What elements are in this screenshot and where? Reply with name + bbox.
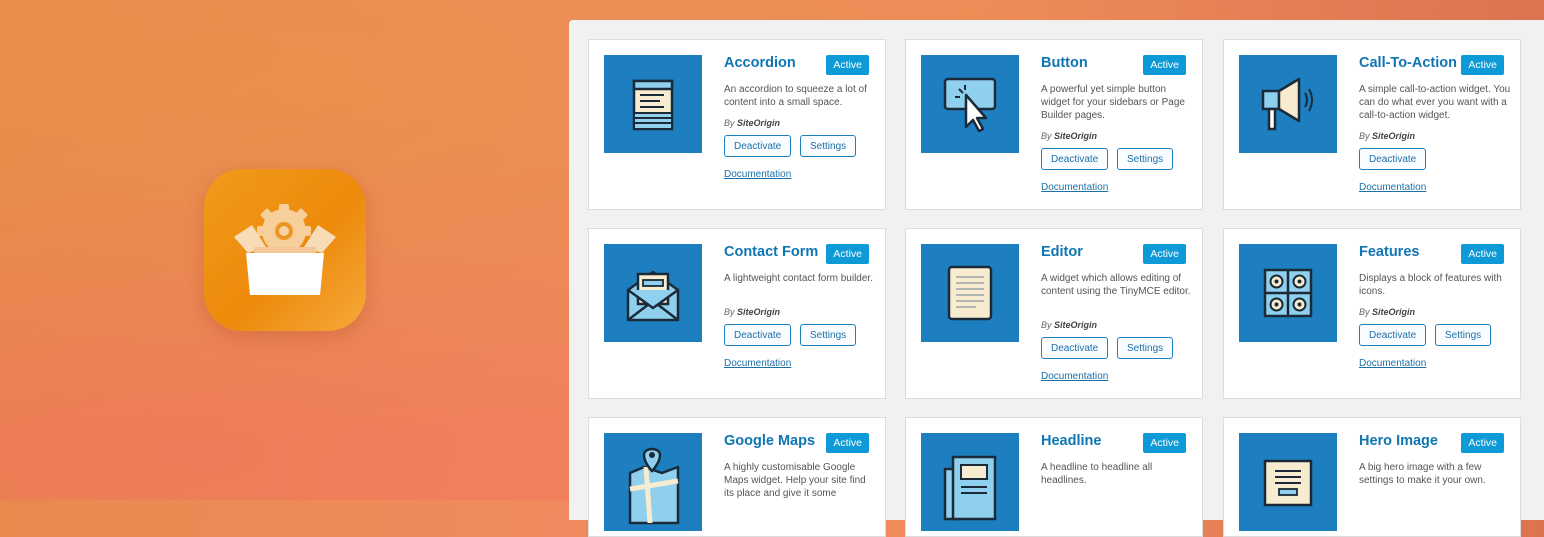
status-badge: Active bbox=[1461, 433, 1504, 453]
widgets-panel: Accordion Active An accordion to squeeze… bbox=[569, 20, 1544, 537]
widget-description: A headline to headline all headlines. bbox=[1041, 462, 1153, 486]
widget-title: Contact Form bbox=[724, 244, 819, 260]
widget-description: A big hero image with a few settings to … bbox=[1359, 462, 1486, 486]
deactivate-button[interactable]: Deactivate bbox=[724, 135, 792, 157]
widget-author: By SiteOrigin bbox=[1041, 320, 1098, 330]
deactivate-button[interactable]: Deactivate bbox=[1359, 148, 1427, 170]
status-badge: Active bbox=[826, 433, 869, 453]
features-grid-icon bbox=[1239, 244, 1337, 342]
map-pin-icon bbox=[604, 433, 702, 531]
settings-button[interactable]: Settings bbox=[800, 135, 857, 157]
status-badge: Active bbox=[1461, 244, 1504, 264]
documentation-link[interactable]: Documentation bbox=[1041, 182, 1108, 193]
deactivate-button[interactable]: Deactivate bbox=[1041, 337, 1109, 359]
envelope-icon bbox=[604, 244, 702, 342]
widget-title: Hero Image bbox=[1359, 433, 1438, 449]
widget-author: By SiteOrigin bbox=[1359, 131, 1416, 141]
plugin-box-gear-icon bbox=[204, 169, 366, 331]
widget-card-button: Button Active A powerful yet simple butt… bbox=[905, 39, 1203, 210]
widget-author: By SiteOrigin bbox=[1359, 307, 1416, 317]
widget-author: By SiteOrigin bbox=[724, 118, 781, 128]
documentation-link[interactable]: Documentation bbox=[1359, 182, 1426, 193]
documentation-link[interactable]: Documentation bbox=[1041, 371, 1108, 382]
widget-title: Google Maps bbox=[724, 433, 816, 449]
status-badge: Active bbox=[1461, 55, 1504, 75]
widget-card-headline: Headline Active A headline to headline a… bbox=[905, 417, 1203, 537]
widget-description: Displays a block of features with icons. bbox=[1359, 273, 1502, 297]
widget-title: Button bbox=[1041, 55, 1088, 71]
accordion-icon bbox=[604, 55, 702, 153]
deactivate-button[interactable]: Deactivate bbox=[1359, 324, 1427, 346]
widget-card-hero-image: Hero Image Active A big hero image with … bbox=[1223, 417, 1521, 537]
widget-card-call-to-action: Call-To-Action Active A simple call-to-a… bbox=[1223, 39, 1521, 210]
widget-author: By SiteOrigin bbox=[724, 307, 781, 317]
widget-title: Features bbox=[1359, 244, 1420, 260]
status-badge: Active bbox=[826, 244, 869, 264]
widget-card-google-maps: Google Maps Active A highly customisable… bbox=[588, 417, 886, 537]
widget-title: Accordion bbox=[724, 55, 796, 71]
deactivate-button[interactable]: Deactivate bbox=[1041, 148, 1109, 170]
widget-title: Call-To-Action bbox=[1359, 55, 1457, 71]
widget-author: By SiteOrigin bbox=[1041, 131, 1098, 141]
settings-button[interactable]: Settings bbox=[1117, 337, 1174, 359]
button-click-icon bbox=[921, 55, 1019, 153]
megaphone-icon bbox=[1239, 55, 1337, 153]
widget-description: A highly customisable Google Maps widget… bbox=[724, 462, 866, 499]
widget-card-accordion: Accordion Active An accordion to squeeze… bbox=[588, 39, 886, 210]
widget-description: A powerful yet simple button widget for … bbox=[1041, 84, 1185, 121]
status-badge: Active bbox=[1143, 55, 1186, 75]
documentation-link[interactable]: Documentation bbox=[1359, 358, 1426, 369]
deactivate-button[interactable]: Deactivate bbox=[724, 324, 792, 346]
documentation-link[interactable]: Documentation bbox=[724, 358, 791, 369]
settings-button[interactable]: Settings bbox=[1435, 324, 1492, 346]
widget-card-editor: Editor Active A widget which allows edit… bbox=[905, 228, 1203, 399]
widget-description: A simple call-to-action widget. You can … bbox=[1359, 84, 1511, 121]
documentation-link[interactable]: Documentation bbox=[724, 169, 791, 180]
status-badge: Active bbox=[1143, 433, 1186, 453]
status-badge: Active bbox=[826, 55, 869, 75]
settings-button[interactable]: Settings bbox=[1117, 148, 1174, 170]
widget-title: Headline bbox=[1041, 433, 1102, 449]
document-icon bbox=[921, 244, 1019, 342]
newspaper-icon bbox=[921, 433, 1019, 531]
widget-card-features: Features Active Displays a block of feat… bbox=[1223, 228, 1521, 399]
widget-description: A lightweight contact form builder. bbox=[724, 273, 873, 284]
widget-title: Editor bbox=[1041, 244, 1083, 260]
widget-description: An accordion to squeeze a lot of content… bbox=[724, 84, 867, 108]
widget-description: A widget which allows editing of content… bbox=[1041, 273, 1191, 297]
hero-image-icon bbox=[1239, 433, 1337, 531]
status-badge: Active bbox=[1143, 244, 1186, 264]
widget-card-contact-form: Contact Form Active A lightweight contac… bbox=[588, 228, 886, 399]
settings-button[interactable]: Settings bbox=[800, 324, 857, 346]
